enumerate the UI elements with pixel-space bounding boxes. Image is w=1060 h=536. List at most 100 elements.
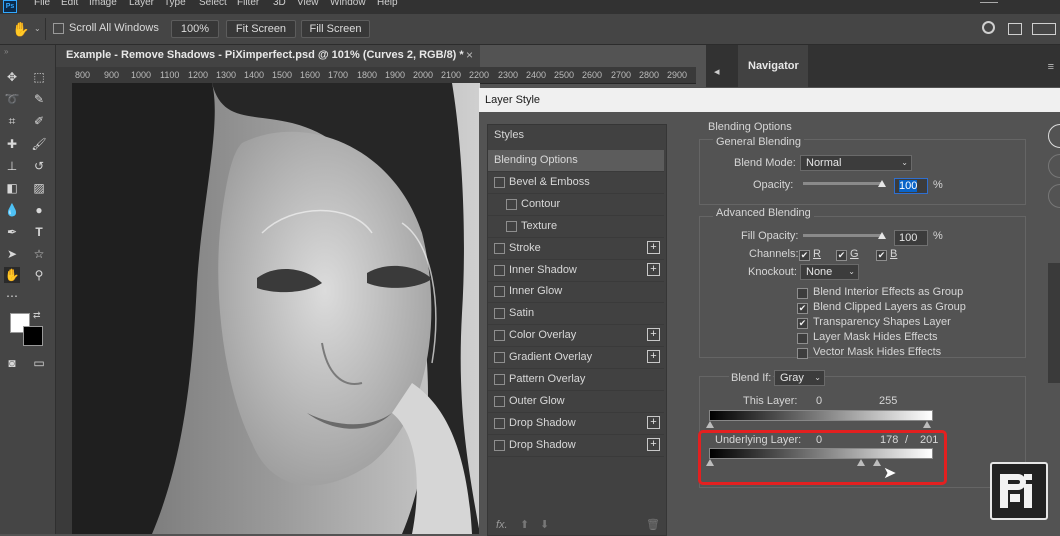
style-checkbox[interactable] — [506, 220, 517, 232]
move-tool-icon[interactable]: ✥ — [4, 69, 20, 85]
quick-select-tool-icon[interactable]: ✎ — [31, 91, 47, 107]
chevron-down-icon[interactable]: ⌄ — [34, 24, 41, 33]
tab-navigator[interactable]: Navigator — [738, 45, 808, 87]
pen-tool-icon[interactable]: ✒ — [4, 224, 20, 240]
opacity-input[interactable]: 100 — [894, 178, 928, 194]
menu-type[interactable]: Type — [164, 0, 186, 8]
workspace-icon[interactable] — [1008, 23, 1022, 35]
trash-icon[interactable]: 🗑 — [646, 518, 660, 531]
add-style-icon[interactable]: + — [647, 328, 660, 342]
style-checkbox[interactable] — [494, 176, 505, 188]
brush-tool-icon[interactable]: 🖌 — [31, 136, 47, 152]
blur-tool-icon[interactable]: 💧 — [4, 202, 20, 218]
scroll-all-windows-checkbox[interactable] — [53, 23, 64, 34]
fill-opacity-slider[interactable] — [803, 234, 883, 237]
screen-mode-icon[interactable]: ▭ — [31, 355, 47, 371]
history-brush-tool-icon[interactable]: ↺ — [31, 158, 47, 174]
style-item-inner-shadow[interactable]: Inner Shadow + — [488, 260, 664, 282]
menu-filter[interactable]: Filter — [237, 0, 259, 8]
add-style-icon[interactable]: + — [647, 415, 660, 429]
fill-screen-button[interactable]: Fill Screen — [301, 20, 370, 38]
this-layer-white-slider[interactable] — [923, 421, 931, 428]
shape-tool-icon[interactable]: ☆ — [31, 246, 47, 262]
photoshop-logo[interactable]: Ps — [3, 0, 17, 13]
document-canvas[interactable] — [72, 83, 480, 534]
style-checkbox[interactable] — [494, 352, 505, 364]
style-item-drop-shadow[interactable]: Drop Shadow + — [488, 413, 664, 435]
this-layer-black-slider[interactable] — [706, 421, 714, 428]
style-checkbox[interactable] — [494, 286, 505, 298]
minimize-icon[interactable] — [980, 0, 998, 3]
style-item-blending-options[interactable]: Blending Options — [488, 150, 664, 172]
zoom-level-field[interactable]: 100% — [171, 20, 219, 38]
add-style-icon[interactable]: + — [647, 350, 660, 364]
opacity-slider[interactable] — [803, 182, 883, 185]
style-item-inner-glow[interactable]: Inner Glow — [488, 281, 664, 304]
panel-collapse-icon[interactable]: ◂ — [714, 65, 720, 78]
style-item-drop-shadow[interactable]: Drop Shadow + — [488, 435, 664, 457]
fx-icon[interactable]: fx. — [496, 519, 508, 531]
option-checkbox[interactable] — [797, 333, 808, 344]
lasso-tool-icon[interactable]: ➰ — [4, 91, 20, 107]
blend-mode-select[interactable]: Normal ⌄ — [800, 155, 912, 171]
menu-image[interactable]: Image — [89, 0, 117, 8]
style-checkbox[interactable] — [494, 439, 505, 451]
panel-menu-icon[interactable]: ≡ — [1048, 61, 1054, 73]
style-item-color-overlay[interactable]: Color Overlay + — [488, 325, 664, 348]
search-icon[interactable] — [982, 21, 995, 34]
zoom-tool-icon[interactable]: ⚲ — [31, 267, 47, 283]
option-checkbox[interactable]: ✔ — [797, 318, 808, 329]
menu-3d[interactable]: 3D — [273, 0, 286, 8]
close-document-icon[interactable]: × — [466, 48, 473, 62]
channel-r-checkbox[interactable]: ✔ — [799, 250, 810, 261]
style-item-satin[interactable]: Satin — [488, 303, 664, 326]
dodge-tool-icon[interactable]: ● — [31, 202, 47, 218]
style-checkbox[interactable] — [494, 374, 505, 385]
menu-view[interactable]: View — [297, 0, 319, 8]
add-style-icon[interactable]: + — [647, 240, 660, 254]
style-checkbox[interactable] — [494, 308, 505, 320]
style-item-pattern-overlay[interactable]: Pattern Overlay — [488, 369, 664, 391]
collapse-icon[interactable]: » — [4, 47, 8, 56]
blend-if-select[interactable]: Gray ⌄ — [774, 370, 825, 386]
style-checkbox[interactable] — [494, 264, 505, 276]
background-color-swatch[interactable] — [23, 326, 43, 346]
add-style-icon[interactable]: + — [647, 437, 660, 451]
gradient-tool-icon[interactable]: ▨ — [31, 180, 47, 196]
crop-tool-icon[interactable]: ⌗ — [4, 113, 20, 129]
stamp-tool-icon[interactable]: ⊥ — [4, 158, 20, 174]
style-item-bevel-emboss[interactable]: Bevel & Emboss — [488, 172, 664, 194]
style-checkbox[interactable] — [494, 395, 505, 407]
document-tab[interactable]: Example - Remove Shadows - PiXimperfect.… — [56, 45, 480, 68]
style-checkbox[interactable] — [506, 198, 517, 210]
share-icon[interactable] — [1032, 23, 1056, 35]
style-checkbox[interactable] — [494, 330, 505, 342]
hand-tool-icon[interactable]: ✋ — [12, 21, 29, 38]
add-style-icon[interactable]: + — [647, 262, 660, 276]
style-item-texture[interactable]: Texture — [488, 216, 664, 238]
style-checkbox[interactable] — [494, 417, 505, 429]
styles-header[interactable]: Styles — [494, 129, 524, 141]
this-layer-gradient[interactable] — [709, 410, 933, 421]
style-item-outer-glow[interactable]: Outer Glow — [488, 391, 664, 413]
menu-layer[interactable]: Layer — [129, 0, 154, 8]
fill-opacity-input[interactable]: 100 — [894, 230, 928, 246]
knockout-select[interactable]: None ⌄ — [800, 264, 859, 280]
hand-tool-icon[interactable]: ✋ — [4, 267, 20, 283]
opacity-slider-thumb[interactable] — [878, 180, 886, 187]
fill-opacity-slider-thumb[interactable] — [878, 232, 886, 239]
style-checkbox[interactable] — [494, 242, 505, 254]
marquee-tool-icon[interactable]: ⬚ — [31, 69, 47, 85]
swap-colors-icon[interactable]: ⇄ — [33, 310, 41, 321]
more-tools-icon[interactable]: ⋯ — [4, 288, 20, 304]
move-down-icon[interactable]: ⬇ — [540, 518, 549, 531]
channel-b-checkbox[interactable]: ✔ — [876, 250, 887, 261]
menu-window[interactable]: Window — [330, 0, 366, 8]
menu-select[interactable]: Select — [199, 0, 227, 8]
fit-screen-button[interactable]: Fit Screen — [226, 20, 296, 38]
option-checkbox[interactable]: ✔ — [797, 303, 808, 314]
style-item-gradient-overlay[interactable]: Gradient Overlay + — [488, 347, 664, 370]
option-checkbox[interactable] — [797, 288, 808, 299]
eyedropper-tool-icon[interactable]: ✐ — [31, 113, 47, 129]
menu-edit[interactable]: Edit — [61, 0, 78, 8]
